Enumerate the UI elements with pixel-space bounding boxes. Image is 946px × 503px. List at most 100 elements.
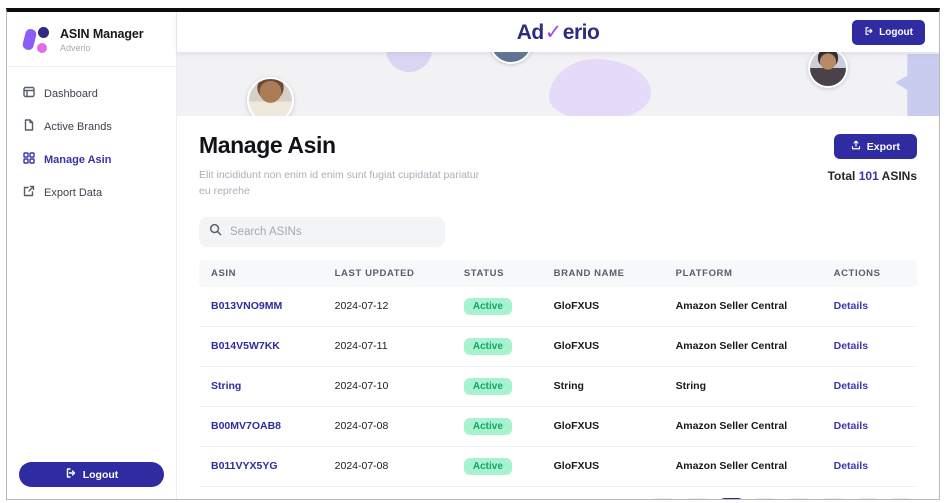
details-link[interactable]: Details [834, 340, 868, 352]
table-row: B013VNO9MM 2024-07-12 Active GloFXUS Ama… [199, 286, 917, 327]
last-updated-cell: 2024-07-12 [324, 286, 454, 327]
total-asins: Total 101 ASINs [828, 169, 917, 183]
logo-check-mark: ✓ [544, 20, 563, 44]
status-cell: Active [453, 406, 544, 447]
last-updated-cell: 2024-07-08 [324, 446, 454, 487]
main-area: Ad✓erio Logout Manage Asin Elit incididu… [177, 12, 939, 499]
logo-pink-dot [37, 43, 47, 53]
prev-page-button[interactable]: ‹ [684, 497, 711, 499]
column-header-status: STATUS [453, 259, 544, 287]
column-header-last-updated: LAST UPDATED [324, 259, 454, 287]
decorative-circle [386, 52, 432, 72]
top-header: Ad✓erio Logout [177, 12, 939, 52]
topbar-right: Logout [599, 19, 925, 45]
sidebar-item-export-data[interactable]: Export Data [7, 176, 176, 209]
export-icon [851, 140, 861, 153]
brand-name-cell: GloFXUS [543, 446, 666, 487]
column-header-asin: ASIN [199, 259, 325, 287]
page-3-button[interactable]: 3 [786, 497, 813, 499]
sidebar-item-dashboard[interactable]: Dashboard [7, 77, 176, 110]
table-row: String 2024-07-10 Active String String D… [199, 366, 917, 407]
asin-table: ASIN LAST UPDATED STATUS BRAND NAME PLAT… [199, 259, 917, 487]
export-label: Export [866, 140, 900, 153]
app-window: ASIN Manager Adverio Dashboard Active Br… [6, 8, 940, 500]
table-row: B014V5W7KK 2024-07-11 Active GloFXUS Ama… [199, 326, 917, 367]
last-updated-cell: 2024-07-11 [324, 326, 454, 367]
adverio-logo: Ad✓erio [517, 20, 600, 45]
details-link[interactable]: Details [834, 460, 868, 472]
details-link[interactable]: Details [834, 420, 868, 432]
table-row: B011VYX5YG 2024-07-08 Active GloFXUS Ama… [199, 446, 917, 487]
sidebar-item-manage-asin[interactable]: Manage Asin [7, 143, 176, 176]
brand-name-cell: GloFXUS [543, 406, 666, 447]
details-link[interactable]: Details [834, 380, 868, 392]
title-actions: Export Total 101 ASINs [828, 132, 917, 183]
file-icon [23, 119, 35, 134]
status-cell: Active [453, 366, 544, 407]
last-updated-cell: 2024-07-08 [324, 406, 454, 447]
status-badge: Active [463, 337, 512, 355]
brand-name-cell: GloFXUS [543, 286, 666, 327]
total-prefix: Total [827, 169, 856, 183]
title-block: Manage Asin Elit incididunt non enim id … [199, 132, 483, 200]
sidebar: ASIN Manager Adverio Dashboard Active Br… [7, 12, 177, 499]
content-area: Manage Asin Elit incididunt non enim id … [177, 116, 939, 499]
platform-cell: Amazon Seller Central [665, 326, 824, 367]
sidebar-item-label: Export Data [44, 186, 103, 199]
avatar [489, 52, 533, 64]
avatar [247, 77, 294, 116]
app-logo-icon [21, 25, 51, 55]
status-cell: Active [453, 326, 544, 367]
first-page-button[interactable]: « [650, 497, 677, 499]
logout-label: Logout [82, 468, 119, 481]
details-link[interactable]: Details [834, 300, 868, 312]
app-title: ASIN Manager [60, 27, 144, 41]
actions-cell: Details [823, 326, 917, 367]
sidebar-logout-button[interactable]: Logout [19, 462, 164, 487]
last-page-button[interactable]: » [888, 497, 915, 499]
asin-cell: B00MV7OAB8 [199, 406, 325, 447]
platform-cell: Amazon Seller Central [665, 406, 824, 447]
asin-cell: B014V5W7KK [199, 326, 325, 367]
logo-bar-shape [21, 27, 38, 52]
logo-text-pre: Ad [516, 20, 545, 44]
header-logout-button[interactable]: Logout [852, 19, 925, 45]
table-row: B00MV7OAB8 2024-07-08 Active GloFXUS Ama… [199, 406, 917, 447]
last-updated-cell: 2024-07-10 [324, 366, 454, 407]
export-button[interactable]: Export [833, 134, 917, 159]
search-input[interactable] [230, 225, 435, 238]
table-header: ASIN LAST UPDATED STATUS BRAND NAME PLAT… [199, 259, 917, 287]
status-badge: Active [463, 417, 512, 435]
logout-icon [864, 26, 874, 39]
sidebar-item-active-brands[interactable]: Active Brands [7, 110, 176, 143]
app-subtitle: Adverio [60, 43, 91, 53]
logo-text-post: erio [562, 20, 600, 44]
asin-cell: B013VNO9MM [199, 286, 325, 327]
platform-cell: String [665, 366, 824, 407]
page-ellipsis-button[interactable]: ... [820, 497, 847, 499]
page-1-button[interactable]: 1 [718, 497, 745, 499]
avatar [808, 52, 848, 88]
sidebar-footer: Logout [7, 450, 176, 499]
dashboard-icon [23, 86, 35, 101]
logout-label: Logout [879, 26, 913, 38]
status-badge: Active [463, 457, 512, 475]
brand-name-cell: String [543, 366, 666, 407]
decorative-corner-shape [895, 54, 939, 116]
external-link-icon [23, 185, 35, 200]
platform-cell: Amazon Seller Central [665, 286, 824, 327]
sidebar-item-label: Active Brands [44, 120, 112, 133]
page-2-button[interactable]: 2 [752, 497, 779, 499]
status-cell: Active [453, 286, 544, 327]
page-subtitle: Elit incididunt non enim id enim sunt fu… [199, 169, 480, 198]
status-badge: Active [463, 297, 512, 315]
actions-cell: Details [823, 366, 917, 407]
total-count: 101 [858, 169, 879, 183]
grid-icon [23, 152, 35, 167]
next-page-button[interactable]: › [854, 497, 881, 499]
platform-cell: Amazon Seller Central [665, 446, 824, 487]
logout-icon [65, 467, 77, 482]
sidebar-item-label: Manage Asin [44, 153, 112, 166]
asin-cell: B011VYX5YG [199, 446, 325, 487]
search-box[interactable] [199, 216, 445, 247]
